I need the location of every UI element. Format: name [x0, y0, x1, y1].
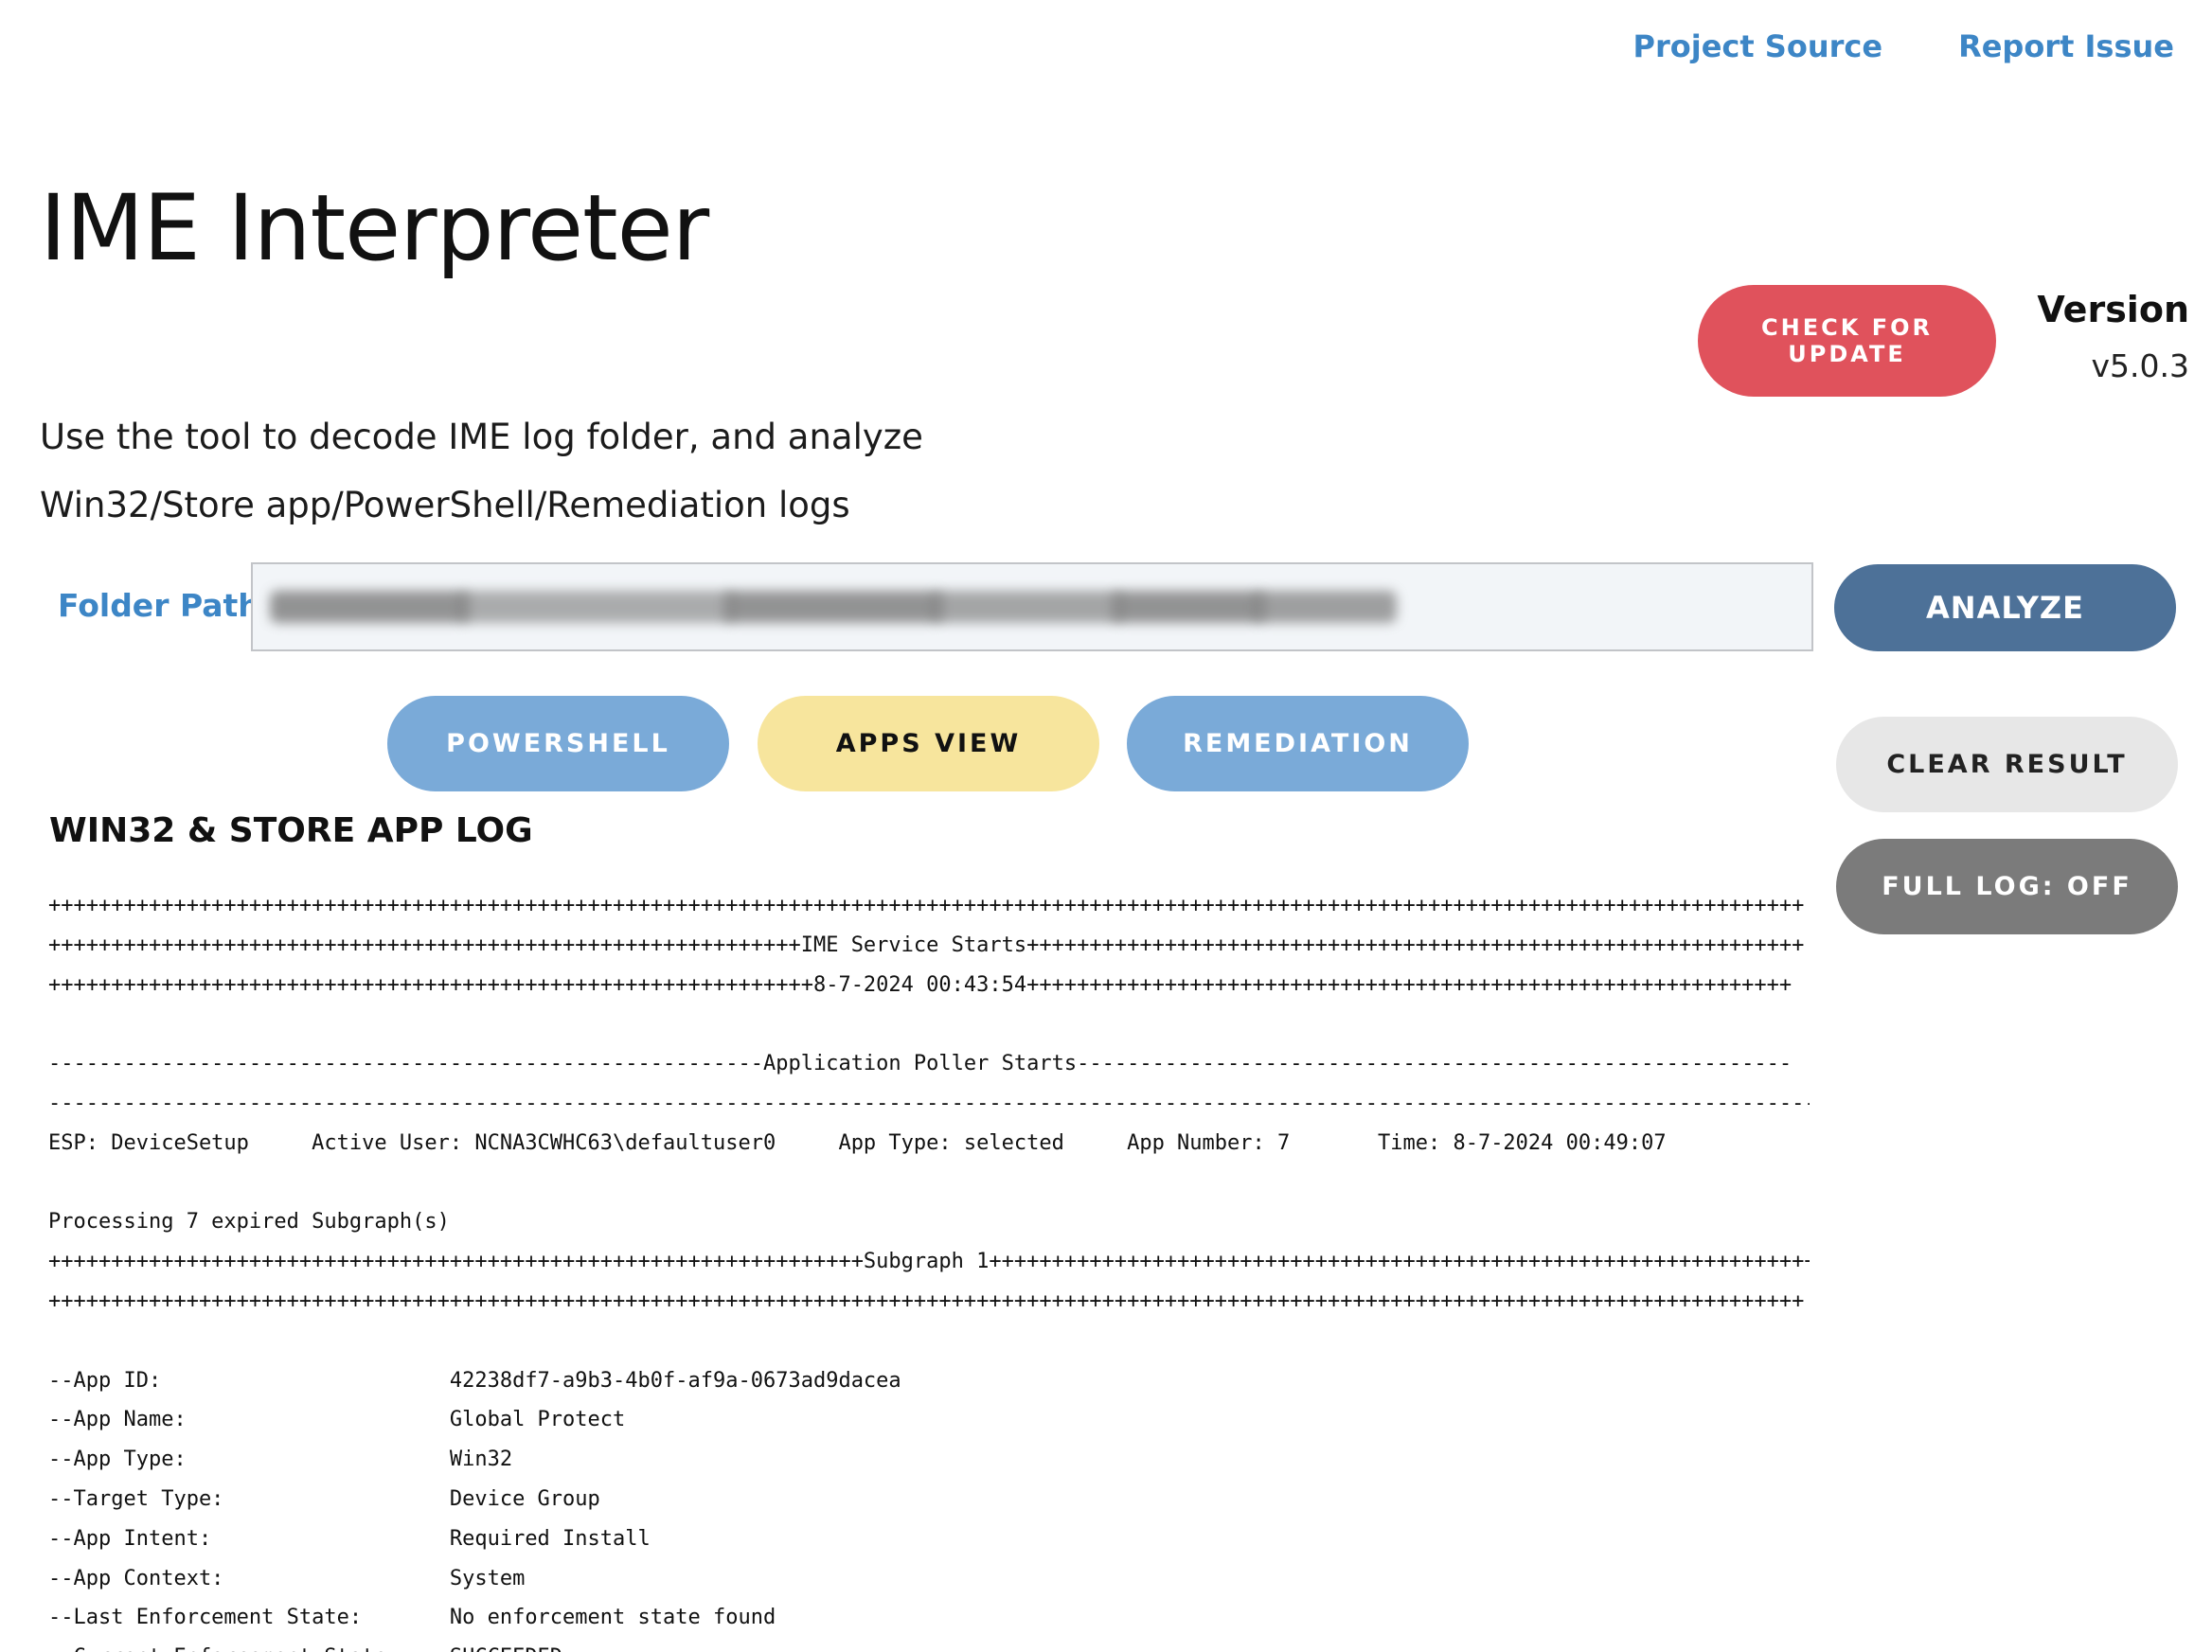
log-line: ++++++++++++++++++++++++++++++++++++++++…	[48, 894, 1805, 917]
log-section-heading: WIN32 & STORE APP LOG	[49, 811, 533, 850]
folder-path-input[interactable]	[251, 562, 1813, 651]
log-line: --App ID: 42238df7-a9b3-4b0f-af9a-0673ad…	[48, 1368, 901, 1393]
powershell-view-button[interactable]: POWERSHELL	[387, 696, 729, 791]
full-log-toggle[interactable]: FULL LOG: OFF	[1836, 839, 2178, 934]
log-line: --Current Enforcement State: SUCCEEDED	[48, 1638, 1810, 1652]
log-output: ++++++++++++++++++++++++++++++++++++++++…	[48, 886, 1810, 1652]
description-line-2: Win32/Store app/PowerShell/Remediation l…	[40, 485, 850, 525]
log-line: --App Type: Win32	[48, 1448, 513, 1472]
report-issue-link[interactable]: Report Issue	[1958, 28, 2174, 64]
remediation-view-button[interactable]: REMEDIATION	[1127, 696, 1469, 791]
log-line: ++++++++++++++++++++++++++++++++++++++++…	[48, 933, 1805, 957]
version-block: Version v5.0.3	[2037, 289, 2189, 384]
log-line: ----------------------------------------…	[48, 1091, 1810, 1115]
check-for-update-button[interactable]: CHECK FOR UPDATE	[1698, 285, 1996, 397]
log-line: ESP: DeviceSetup Active User: NCNA3CWHC6…	[48, 1130, 1667, 1155]
project-source-link[interactable]: Project Source	[1633, 28, 1883, 64]
top-links: Project Source Report Issue	[1633, 28, 2175, 64]
log-line: Processing 7 expired Subgraph(s)	[48, 1210, 450, 1235]
log-line: --Last Enforcement State: No enforcement…	[48, 1606, 776, 1630]
version-value: v5.0.3	[2091, 347, 2190, 384]
version-label: Version	[2037, 289, 2189, 330]
log-line: --App Name: Global Protect	[48, 1408, 626, 1432]
log-line: ++++++++++++++++++++++++++++++++++++++++…	[48, 1288, 1805, 1313]
log-line: --App Intent: Required Install	[48, 1526, 651, 1551]
apps-view-button[interactable]: APPS VIEW	[758, 696, 1099, 791]
log-line: ----------------------------------------…	[48, 1052, 1793, 1076]
clear-result-button[interactable]: CLEAR RESULT	[1836, 717, 2178, 812]
log-line: ++++++++++++++++++++++++++++++++++++++++…	[48, 1250, 1810, 1274]
analyze-button[interactable]: ANALYZE	[1834, 564, 2176, 651]
log-line: --Target Type: Device Group	[48, 1486, 600, 1511]
log-line: ++++++++++++++++++++++++++++++++++++++++…	[48, 972, 1793, 997]
description-line-1: Use the tool to decode IME log folder, a…	[40, 417, 923, 457]
folder-path-label: Folder Path	[58, 587, 260, 624]
page-title: IME Interpreter	[40, 175, 709, 281]
log-line: --App Context: System	[48, 1566, 526, 1590]
